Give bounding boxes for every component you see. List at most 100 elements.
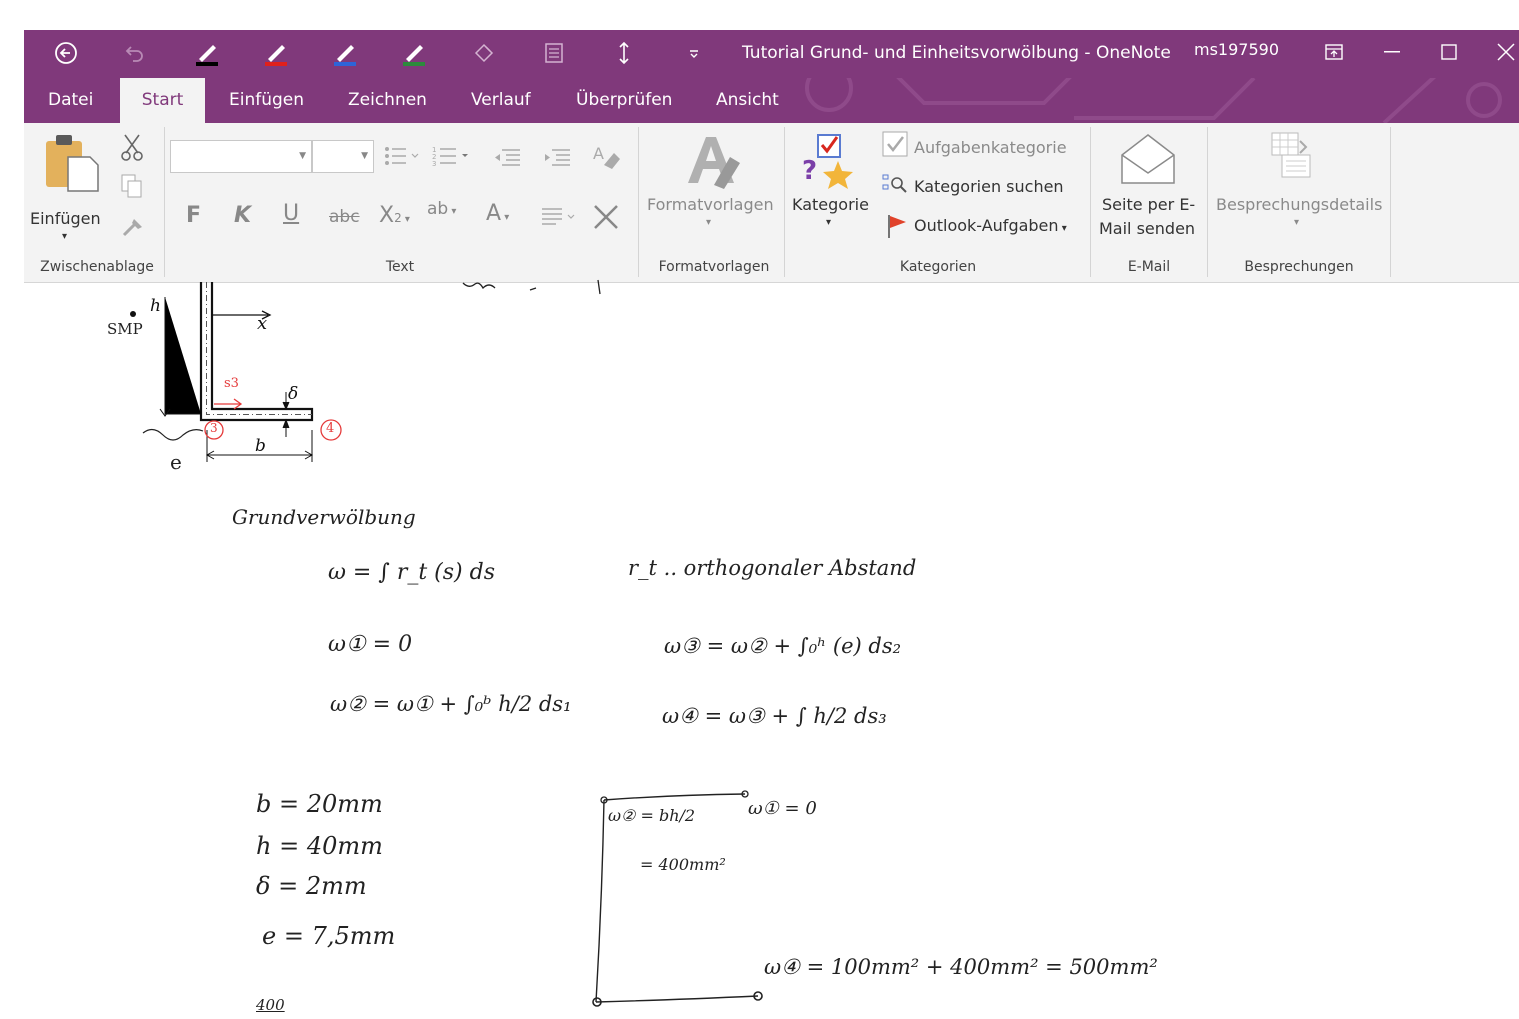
tab-datei[interactable]: Datei [48,78,93,123]
lasso-icon[interactable] [469,38,499,68]
eq-main: ω = ∫ r_t (s) ds [328,560,495,585]
undo-icon[interactable] [120,38,150,68]
svg-text:?: ? [802,156,817,186]
paste-button[interactable]: Einfügen [30,209,101,228]
tab-ansicht[interactable]: Ansicht [716,78,779,123]
bold-button[interactable]: F [186,203,201,228]
find-tags-button[interactable]: Kategorien suchen [914,177,1064,196]
separator [1090,127,1091,277]
outlook-tasks-button[interactable]: Outlook-Aufgaben ▾ [914,216,1067,235]
tab-ueberpruefen[interactable]: Überprüfen [576,78,672,123]
tab-start[interactable]: Start [120,78,205,123]
outlook-flag-icon[interactable] [886,213,908,243]
highlight-button[interactable]: ab ▾ [427,199,456,219]
font-color-label: A [486,201,502,226]
b-label: b [255,436,266,456]
ribbon-display-icon[interactable] [1314,34,1354,70]
minimize-icon[interactable] [1372,34,1412,70]
email-page-icon[interactable] [1120,133,1176,189]
increase-indent-icon[interactable] [542,147,572,171]
param-b: b = 20mm [256,790,383,818]
back-arrow-icon[interactable] [51,38,81,68]
user-name[interactable]: ms197590 [1194,40,1279,59]
align-icon[interactable] [540,207,578,229]
paste-dropdown-icon[interactable]: ▾ [62,231,67,242]
tag-dropdown-icon[interactable]: ▾ [826,217,831,228]
pen-green-icon[interactable] [399,38,429,68]
eq-rt: r_t .. orthogonaler Abstand [628,556,917,580]
group-label-tags: Kategorien [899,259,977,275]
node-3-label: 3 [210,421,218,435]
group-label-email: E-Mail [1127,259,1171,275]
meeting-details-icon[interactable] [1270,131,1314,183]
tab-einfuegen[interactable]: Einfügen [229,78,304,123]
paste-icon[interactable] [42,131,102,197]
strikethrough-button[interactable]: abc [329,207,360,227]
subscript-button[interactable]: X2 ▾ [379,203,410,228]
diagram-w1-label: ω① = 0 [748,798,817,819]
email-page-button-line1[interactable]: Seite per E- [1102,195,1195,214]
subscript-small: 2 [394,211,402,225]
separator [638,127,639,277]
insert-space-icon[interactable] [609,38,639,68]
maximize-icon[interactable] [1429,34,1469,70]
x-label: x [257,313,268,334]
group-label-styles: Formatvorlagen [658,259,770,275]
tab-zeichnen[interactable]: Zeichnen [348,78,427,123]
eq-w3: ω③ = ω② + ∫₀ʰ (e) ds₂ [664,634,902,658]
svg-text:A: A [593,144,604,163]
tag-category-icon[interactable]: ? [798,133,854,193]
diagram-w4-label: ω④ = 100mm² + 400mm² = 500mm² [764,955,1158,979]
clear-formatting-icon[interactable]: A [592,143,622,175]
page-view-icon[interactable] [539,38,569,68]
pen-red-icon[interactable] [261,38,291,68]
font-name-combo[interactable]: ▼ [170,140,312,173]
task-category-button[interactable]: Aufgabenkategorie [914,138,1067,157]
circuit-decoration [805,78,1502,123]
copy-icon[interactable] [120,173,144,203]
title-bar: Tutorial Grund- und Einheitsvorwölbung -… [24,30,1519,78]
meeting-dropdown-icon[interactable]: ▾ [1294,217,1299,228]
node-4-label: 4 [326,421,335,436]
separator [1390,127,1391,277]
customize-qat-icon[interactable] [679,38,709,68]
bullets-icon[interactable] [384,145,420,171]
param-h: h = 40mm [256,832,383,860]
delta-label: δ [288,384,299,404]
close-icon[interactable] [1486,34,1519,70]
tab-verlauf[interactable]: Verlauf [471,78,531,123]
ribbon-tabs: Datei Start Einfügen Zeichnen Verlauf Üb… [24,78,1519,123]
numbering-icon[interactable]: 123 [432,145,474,171]
separator [784,127,785,277]
font-color-button[interactable]: A ▾ [486,201,509,226]
task-category-icon[interactable] [882,131,908,161]
pen-blue-icon[interactable] [330,38,360,68]
find-tags-icon[interactable] [882,173,908,199]
s3-label: s3 [224,376,239,391]
format-painter-icon[interactable] [120,215,146,243]
group-label-meetings: Besprechungen [1244,259,1354,275]
group-label-text: Text [385,259,415,275]
separator [164,127,165,277]
delete-icon[interactable] [592,203,620,235]
cut-icon[interactable] [120,133,144,165]
window-title: Tutorial Grund- und Einheitsvorwölbung -… [742,43,1171,63]
heading-grundverwoelbung: Grundverwölbung [232,505,416,529]
decrease-indent-icon[interactable] [492,147,522,171]
styles-button[interactable]: Formatvorlagen [647,195,774,214]
tag-category-button[interactable]: Kategorie [792,195,869,214]
group-label-clipboard: Zwischenablage [40,259,154,275]
styles-dropdown-icon[interactable]: ▾ [706,217,711,228]
param-400: 400 [256,996,285,1014]
param-delta: δ = 2mm [256,872,367,900]
font-size-combo[interactable]: ▼ [312,140,374,173]
pen-black-icon[interactable] [192,38,222,68]
styles-icon[interactable] [684,133,744,193]
meeting-details-button[interactable]: Besprechungsdetails [1216,195,1382,214]
eq-w2: ω② = ω① + ∫₀ᵇ h/2 ds₁ [330,692,572,716]
email-page-button-line2[interactable]: Mail senden [1099,219,1195,238]
smp-label: SMP [107,320,143,338]
underline-button[interactable]: U [283,201,299,226]
diagram-w2-value: = 400mm² [640,855,726,874]
italic-button[interactable]: K [234,203,251,228]
